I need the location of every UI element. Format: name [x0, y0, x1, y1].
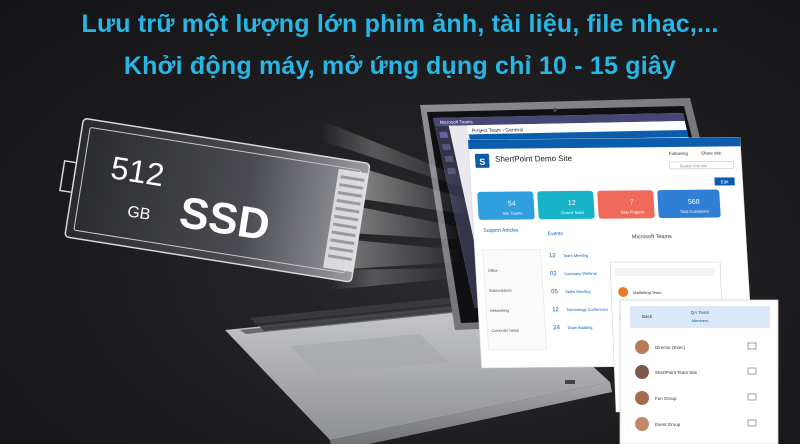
- list-item[interactable]: Office: [488, 269, 498, 273]
- promo-banner: Lưu trữ một lượng lớn phim ảnh, tài liệu…: [0, 0, 800, 444]
- svg-text:Edit: Edit: [721, 179, 730, 184]
- svg-text:Site Teams: Site Teams: [502, 211, 522, 216]
- member-item[interactable]: ShertPoint Team Site: [655, 370, 698, 375]
- usb-port: [565, 380, 575, 384]
- event-day: 02: [550, 271, 558, 277]
- webcam-icon: [553, 108, 557, 112]
- list-item[interactable]: Subscriptions: [489, 289, 512, 293]
- stat-tiles: 54 Site Teams 12 Closed Tasks 7 New Proj…: [477, 189, 721, 220]
- site-title: ShertPoint Demo Site: [495, 154, 573, 164]
- svg-text:Closed Tasks: Closed Tasks: [560, 210, 584, 215]
- event-title[interactable]: Technology Conference: [566, 307, 609, 312]
- event-day: 05: [551, 289, 559, 295]
- ssd-unit: GB: [126, 203, 151, 223]
- event-day: 24: [553, 325, 561, 331]
- channel-breadcrumb: Project Team › General: [471, 127, 523, 134]
- avatar: [635, 340, 649, 354]
- event-day: 12: [552, 307, 560, 313]
- member-item[interactable]: Event Group: [655, 422, 681, 427]
- laptop-ssd-illustration: Microsoft Teams Project Team › General S…: [59, 98, 779, 444]
- follow-button[interactable]: Following: [669, 151, 689, 156]
- team-item[interactable]: Marketing Team: [633, 290, 662, 295]
- event-day: 12: [549, 253, 557, 259]
- svg-text:Search this site: Search this site: [680, 163, 708, 168]
- member-item[interactable]: Fun Group: [655, 396, 677, 401]
- teams-app-title: Microsoft Teams: [439, 119, 473, 125]
- event-title[interactable]: Team Building: [567, 325, 592, 330]
- qa-team-popup: Back QA Team Members Director (Exec) She…: [619, 299, 779, 444]
- avatar: [635, 391, 649, 405]
- member-item[interactable]: Director (Exec): [655, 345, 686, 350]
- teams-heading: Microsoft Teams: [632, 234, 673, 240]
- back-button[interactable]: Back: [642, 314, 653, 319]
- event-title[interactable]: Company Webinar: [564, 271, 598, 276]
- support-list: Office Subscriptions Networking Computer…: [482, 249, 547, 351]
- svg-text:7: 7: [630, 199, 634, 206]
- popup-title: QA Team: [691, 310, 710, 315]
- avatar: [635, 417, 649, 431]
- list-item[interactable]: Networking: [490, 309, 509, 313]
- svg-text:12: 12: [568, 200, 576, 207]
- list-item[interactable]: Computer Setup: [491, 329, 519, 333]
- event-title[interactable]: Team Meeting: [563, 253, 588, 258]
- svg-text:S: S: [479, 157, 486, 167]
- svg-text:Total Customers: Total Customers: [680, 209, 709, 214]
- share-button[interactable]: Share site: [701, 150, 722, 155]
- support-articles-heading: Support Articles: [483, 228, 519, 234]
- ssd-module: 512 GB SSD: [59, 118, 371, 283]
- avatar: [635, 365, 649, 379]
- svg-text:New Projects: New Projects: [620, 209, 644, 214]
- popup-subtitle: Members: [692, 318, 709, 323]
- event-title[interactable]: Sales Meeting: [565, 289, 591, 294]
- svg-text:54: 54: [508, 201, 516, 208]
- svg-text:568: 568: [688, 199, 700, 206]
- events-heading: Events: [548, 231, 564, 237]
